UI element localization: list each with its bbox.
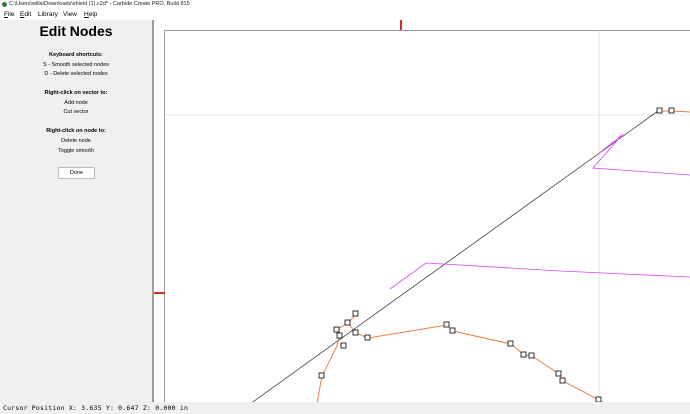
menu-help[interactable]: Help: [83, 9, 98, 20]
shortcut-smooth: S - Smooth selected nodes: [42, 62, 110, 68]
app-icon: [2, 2, 7, 7]
vertical-ruler: [154, 30, 165, 402]
magenta-vector-upper[interactable]: [592, 133, 690, 176]
diagonal-vector[interactable]: [235, 110, 659, 414]
node[interactable]: [344, 319, 351, 326]
canvas-drawing[interactable]: [165, 31, 690, 414]
node-heading: Right-click on node to:: [46, 128, 106, 134]
horizontal-ruler-cursor-marker: [400, 20, 402, 30]
node[interactable]: [507, 340, 514, 347]
path-nodes[interactable]: [318, 107, 675, 403]
design-canvas[interactable]: [165, 31, 690, 414]
node[interactable]: [555, 370, 562, 377]
menu-file[interactable]: File: [3, 9, 16, 20]
node[interactable]: [449, 327, 456, 334]
edit-nodes-panel: Edit Nodes Keyboard shortcuts: S - Smoot…: [0, 20, 152, 402]
cursor-position: Cursor Position X: 3.635 Y: 0.647 Z: 0.0…: [3, 404, 189, 412]
shortcut-delete: D - Delete selected nodes: [44, 71, 108, 77]
panel-title: Edit Nodes: [39, 23, 113, 39]
node-toggle-smooth: Toggle smooth: [58, 148, 94, 154]
vector-heading: Right-click on vector to:: [44, 90, 108, 96]
node[interactable]: [559, 377, 566, 384]
selected-path-bottom[interactable]: [314, 313, 621, 414]
node[interactable]: [528, 352, 535, 359]
menu-view[interactable]: View: [62, 9, 78, 20]
shortcuts-heading: Keyboard shortcuts:: [49, 52, 103, 58]
title-bar: C:\Users\willa\Downloads\shield (1).c2d*…: [0, 0, 690, 9]
vector-add-node: Add node: [64, 100, 88, 106]
node-delete: Delete node: [61, 138, 91, 144]
menu-bar: File Edit Library View Help: [0, 9, 690, 20]
node[interactable]: [520, 351, 527, 358]
node[interactable]: [333, 326, 340, 333]
node[interactable]: [352, 310, 359, 317]
node[interactable]: [340, 342, 347, 349]
horizontal-ruler: [154, 20, 690, 31]
node[interactable]: [656, 107, 663, 114]
menu-library[interactable]: Library: [37, 9, 59, 20]
node[interactable]: [443, 321, 450, 328]
vector-cut: Cut vector: [63, 109, 89, 115]
magenta-vector-lower[interactable]: [389, 262, 690, 290]
status-bar: Cursor Position X: 3.635 Y: 0.647 Z: 0.0…: [0, 402, 690, 414]
node[interactable]: [364, 334, 371, 341]
node[interactable]: [336, 332, 343, 339]
node[interactable]: [352, 329, 359, 336]
done-button[interactable]: Done: [58, 167, 95, 179]
window-title: C:\Users\willa\Downloads\shield (1).c2d*…: [9, 1, 190, 7]
menu-edit[interactable]: Edit: [19, 9, 32, 20]
node[interactable]: [668, 107, 675, 114]
node[interactable]: [318, 372, 325, 379]
